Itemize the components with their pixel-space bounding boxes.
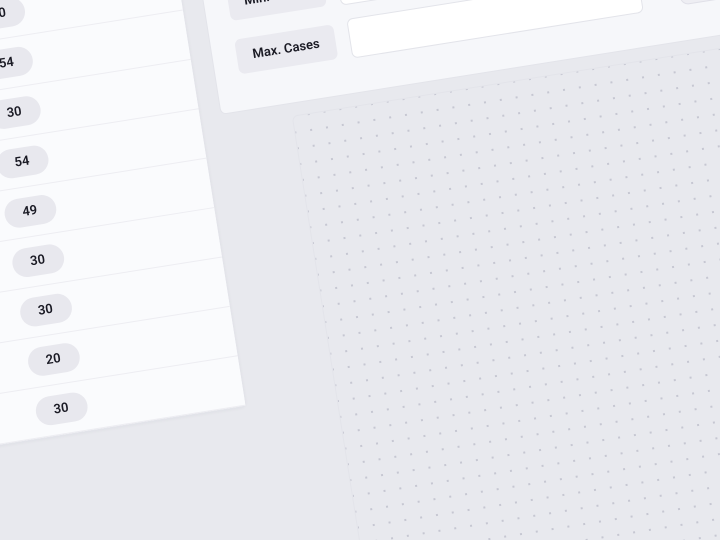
add-new-line-button[interactable]: Add New Line [675, 0, 720, 5]
label-min-cases: Min. Cases [226, 0, 327, 21]
value-pill: 30 [18, 292, 74, 329]
value-pill: 30 [10, 242, 66, 279]
data-table: MAX. CASES PER PALLET 30 54 30 54 49 30 … [0, 0, 247, 469]
table-rows: 30 54 30 54 49 30 30 20 30 [0, 0, 245, 468]
value-pill: 30 [0, 94, 43, 131]
value-pill: 30 [34, 390, 90, 427]
input-max-cases[interactable] [346, 0, 644, 59]
value-pill: 54 [0, 144, 51, 181]
value-pill: 30 [0, 0, 27, 32]
label-max-cases: Max. Cases [234, 24, 338, 74]
value-pill: 54 [0, 45, 35, 82]
value-pill: 49 [2, 193, 58, 230]
value-pill: 20 [26, 341, 82, 378]
